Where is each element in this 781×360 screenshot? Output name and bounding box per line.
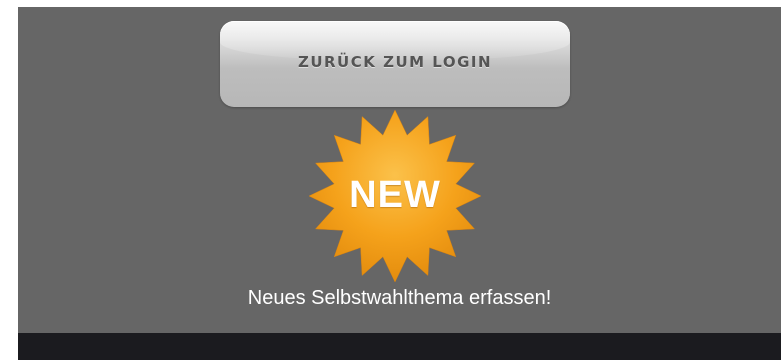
new-badge-label: NEW: [349, 174, 441, 216]
new-topic-link[interactable]: Neues Selbstwahlthema erfassen!: [18, 287, 781, 310]
back-to-login-button[interactable]: ZURÜCK ZUM LOGIN: [220, 21, 570, 107]
top-strip: [0, 0, 781, 7]
back-to-login-label: ZURÜCK ZUM LOGIN: [297, 52, 493, 71]
new-badge[interactable]: NEW: [305, 108, 485, 284]
footer-bar: [18, 333, 781, 360]
